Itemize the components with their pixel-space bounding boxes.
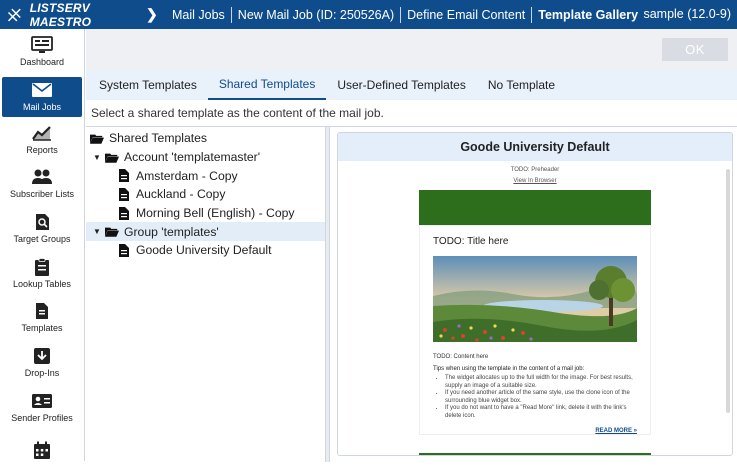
calendar-icon [31,441,53,459]
document-icon [117,188,131,201]
sidebar-item-target-groups[interactable]: Target Groups [0,206,84,251]
sidebar-item-lookup-tables[interactable]: Lookup Tables [0,251,84,296]
breadcrumb: Mail Jobs New Mail Job (ID: 250526A) Def… [172,7,644,23]
article-title: TODO: Title here [433,236,637,247]
tree-node-label: Account 'templatemaster' [124,150,260,164]
user-menu[interactable]: sample (12.0-9) [643,7,731,21]
template-tree: Shared Templates ▼ Account 'templatemast… [86,127,326,462]
sidebar-item-label: Drop-Ins [25,368,60,378]
tip-item: The widget allocates up to the full widt… [445,375,637,390]
article-content: TODO: Content here [433,354,637,360]
sidebar-item-label: Target Groups [13,234,70,244]
read-more-link[interactable]: READ MORE » [433,428,637,434]
breadcrumb-new-mail-job[interactable]: New Mail Job (ID: 250526A) [232,8,400,22]
sidebar: Dashboard Mail Jobs Reports Subscriber L… [0,29,85,461]
sidebar-item-templates[interactable]: Templates [0,295,84,340]
preview-body: TODO: Preheader View In Browser TODO: Ti… [338,161,732,456]
ok-button[interactable]: OK [662,38,728,61]
top-bar: LISTSERV MAESTRO ❯ Mail Jobs New Mail Jo… [0,0,737,29]
instructions-text: Select a shared template as the content … [86,100,737,126]
chevron-right-icon: ❯ [146,6,158,23]
tree-item-label: Auckland - Copy [136,187,225,201]
tip-item: If you do not want to have a "Read More"… [445,405,637,420]
sender-profiles-icon [31,392,53,410]
article-card: TODO: Title here [419,225,651,435]
maestro-logo-icon [6,6,23,24]
sidebar-item-sender-profiles[interactable]: Sender Profiles [0,385,84,430]
tree-root-label: Shared Templates [109,131,207,145]
view-in-browser-link[interactable]: View In Browser [338,178,732,184]
sidebar-item-label: Templates [21,323,62,333]
tree-item-morning-bell[interactable]: Morning Bell (English) - Copy [86,204,325,223]
sidebar-item-label: Mail Jobs [23,102,61,112]
lookup-tables-icon [31,258,53,276]
sidebar-item-label: Sender Profiles [11,413,73,423]
subscribers-icon [31,168,53,186]
tree-item-label: Morning Bell (English) - Copy [136,206,295,220]
footer-banner [419,453,651,456]
main-content: OK System Templates Shared Templates Use… [86,29,737,461]
action-bar: OK [86,29,737,70]
pane-splitter[interactable] [326,127,330,462]
sidebar-item-mail-jobs[interactable]: Mail Jobs [2,77,82,117]
tree-node-group[interactable]: ▼ Group 'templates' [86,222,325,241]
drop-ins-icon [31,347,53,365]
mail-icon [31,81,53,99]
sidebar-item-calendar[interactable] [0,430,84,474]
tip-item: If you need another article of the same … [445,390,637,405]
sidebar-item-label: Subscriber Lists [10,189,74,199]
tab-user-defined-templates[interactable]: User-Defined Templates [326,70,477,100]
sidebar-item-label: Reports [26,145,58,155]
tips-section: Tips when using the template in the cont… [433,366,637,420]
tree-root[interactable]: Shared Templates [86,129,325,148]
sidebar-item-label: Lookup Tables [13,279,71,289]
folder-open-icon [105,151,119,164]
tab-shared-templates[interactable]: Shared Templates [208,70,327,100]
app-logo[interactable]: LISTSERV MAESTRO [0,1,146,29]
caret-down-icon[interactable]: ▼ [92,153,102,162]
preview-scrollbar[interactable] [726,169,730,413]
landscape-painting-image [433,256,637,342]
tree-node-account[interactable]: ▼ Account 'templatemaster' [86,148,325,167]
tree-item-amsterdam[interactable]: Amsterdam - Copy [86,166,325,185]
template-tabs: System Templates Shared Templates User-D… [86,70,737,100]
caret-down-icon[interactable]: ▼ [92,227,102,236]
target-groups-icon [31,213,53,231]
tips-heading: Tips when using the template in the cont… [433,366,637,372]
sidebar-item-drop-ins[interactable]: Drop-Ins [0,340,84,385]
app-name: LISTSERV MAESTRO [30,1,146,29]
folder-open-icon [105,225,119,238]
tab-system-templates[interactable]: System Templates [88,70,208,100]
document-icon [117,169,131,182]
document-icon [117,207,131,220]
template-preview: Goode University Default TODO: Preheader… [337,132,733,456]
sidebar-item-dashboard[interactable]: Dashboard [0,29,84,74]
sidebar-item-reports[interactable]: Reports [0,117,84,162]
folder-open-icon [90,132,104,145]
preheader-text: TODO: Preheader [338,167,732,173]
tree-item-label: Amsterdam - Copy [136,169,238,183]
breadcrumb-define-email-content[interactable]: Define Email Content [401,8,531,22]
reports-icon [31,124,53,142]
breadcrumb-mail-jobs[interactable]: Mail Jobs [172,8,231,22]
tree-item-goode-university[interactable]: Goode University Default [86,241,325,260]
preview-title: Goode University Default [338,133,732,161]
sidebar-item-subscriber-lists[interactable]: Subscriber Lists [0,161,84,206]
tree-item-label: Goode University Default [136,243,271,257]
header-banner [419,190,651,225]
dashboard-icon [31,36,53,54]
sidebar-item-label: Dashboard [20,57,64,67]
gallery-panes: Shared Templates ▼ Account 'templatemast… [86,126,737,461]
tree-node-label: Group 'templates' [124,225,219,239]
tab-no-template[interactable]: No Template [477,70,566,100]
document-icon [117,244,131,257]
breadcrumb-template-gallery: Template Gallery [532,8,644,22]
tips-list: The widget allocates up to the full widt… [445,375,637,420]
tree-item-auckland[interactable]: Auckland - Copy [86,185,325,204]
templates-icon [31,302,53,320]
